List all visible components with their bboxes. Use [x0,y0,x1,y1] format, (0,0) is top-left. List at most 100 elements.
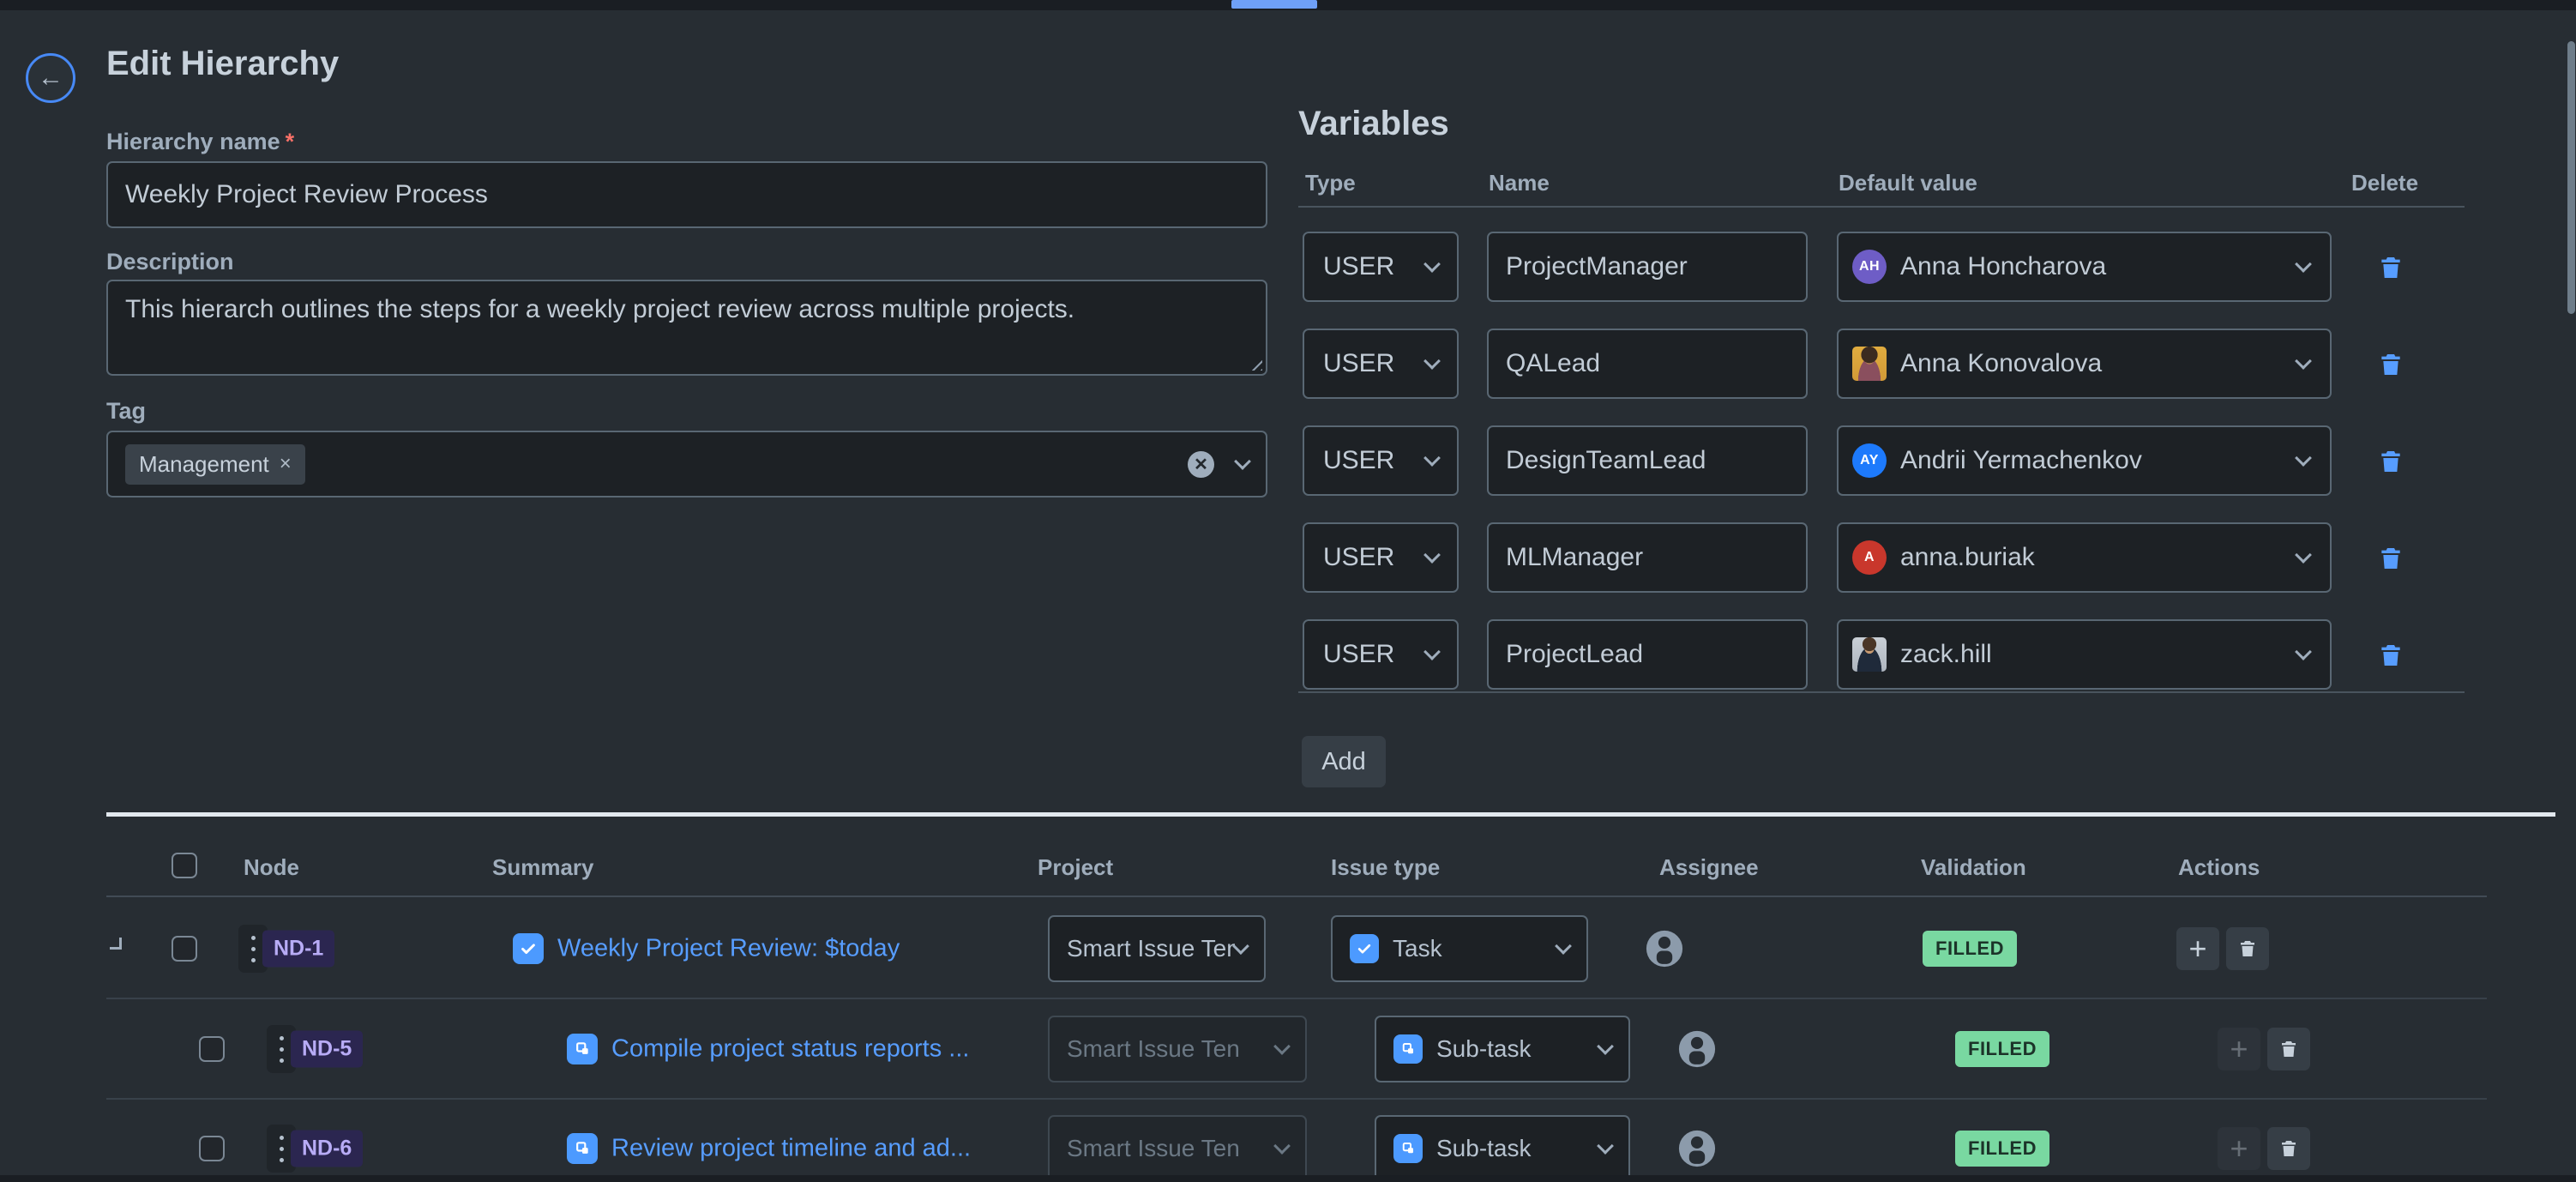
chevron-down-icon [2295,449,2312,467]
variables-header-default: Default value [1839,170,1977,196]
delete-row-button[interactable] [2267,1127,2310,1170]
variables-bottom-divider [1298,691,2465,693]
variable-row: USER AH Anna Honcharova [0,232,2576,302]
trash-icon [2278,1137,2299,1160]
variable-type-select[interactable]: USER [1303,232,1459,302]
delete-variable-icon[interactable] [2377,349,2404,380]
variable-type-select[interactable]: USER [1303,425,1459,496]
variable-type-select[interactable]: USER [1303,329,1459,399]
user-avatar: A [1852,540,1887,575]
issue-type-select[interactable]: Sub-task [1375,1115,1630,1182]
validation-badge: FILLED [1955,1131,2049,1167]
select-all-checkbox[interactable] [172,853,197,878]
chevron-down-icon [1423,256,1441,273]
chevron-down-icon [2295,546,2312,564]
chevron-down-icon [2295,256,2312,273]
variable-row: USER AY Andrii Yermachenkov [0,425,2576,496]
variable-default-user-select[interactable]: AY Andrii Yermachenkov [1837,425,2332,496]
variable-name-input[interactable] [1487,522,1808,593]
row-checkbox[interactable] [172,936,197,962]
table-row: ND-6 Review project timeline and ad... S… [0,1100,2576,1182]
subtask-icon [567,1034,598,1064]
chevron-down-icon [1423,353,1441,370]
node-id-badge: ND-5 [291,1031,363,1068]
page-title: Edit Hierarchy [106,45,339,83]
vertical-scrollbar-thumb[interactable] [2567,41,2575,314]
node-id-badge: ND-6 [291,1131,363,1167]
chevron-down-icon [1273,1137,1291,1155]
chevron-down-icon [1597,1137,1614,1155]
hierarchy-name-label: Hierarchy name* [106,129,294,155]
validation-badge: FILLED [1955,1031,2049,1067]
variable-type-select[interactable]: USER [1303,619,1459,690]
table-header-summary: Summary [492,854,594,881]
variable-name-input[interactable] [1487,329,1808,399]
issue-type-select[interactable]: Sub-task [1375,1016,1630,1082]
variable-name-input[interactable] [1487,619,1808,690]
table-header-assignee: Assignee [1659,854,1759,881]
row-checkbox[interactable] [199,1136,225,1161]
row-divider [106,998,2487,999]
tag-label: Tag [106,398,146,425]
required-asterisk: * [286,129,295,154]
variable-default-user-select[interactable]: AH Anna Honcharova [1837,232,2332,302]
node-id-badge: ND-1 [262,931,334,968]
delete-variable-icon[interactable] [2377,640,2404,671]
subtask-icon [1393,1034,1423,1064]
bottom-edge [0,1175,2576,1182]
collapse-row-icon[interactable] [110,938,122,950]
variable-default-user-select[interactable]: A anna.buriak [1837,522,2332,593]
edit-hierarchy-page: ← Edit Hierarchy Hierarchy name* Descrip… [0,0,2576,1182]
delete-row-button[interactable] [2267,1028,2310,1070]
variables-title: Variables [1298,105,1449,143]
delete-row-button[interactable] [2226,927,2269,970]
project-select-disabled: Smart Issue Ten [1048,1016,1307,1082]
delete-variable-icon[interactable] [2377,543,2404,574]
summary-link[interactable]: Weekly Project Review: $today [557,935,900,963]
trash-icon [2237,938,2258,960]
user-avatar-photo [1852,347,1887,381]
default-user-name: Andrii Yermachenkov [1900,446,2142,475]
default-user-name: zack.hill [1900,640,1992,669]
chevron-down-icon [1423,449,1441,467]
hierarchy-name-input[interactable] [106,161,1267,228]
project-select[interactable]: Smart Issue Ten [1048,915,1266,982]
variables-header-type: Type [1305,170,1356,196]
back-button[interactable]: ← [26,53,75,103]
delete-variable-icon[interactable] [2377,252,2404,283]
validation-badge: FILLED [1923,931,2017,967]
user-avatar: AY [1852,443,1887,478]
chevron-down-icon [1597,1038,1614,1055]
assignee-avatar-icon[interactable] [1677,1129,1717,1168]
table-header-issue-type: Issue type [1331,854,1440,881]
add-variable-button[interactable]: Add [1302,736,1386,787]
row-checkbox[interactable] [199,1036,225,1062]
default-user-name: Anna Konovalova [1900,349,2102,378]
delete-variable-icon[interactable] [2377,446,2404,477]
trash-icon [2278,1038,2299,1060]
assignee-avatar-icon[interactable] [1645,929,1684,968]
summary-link[interactable]: Review project timeline and ad... [611,1135,971,1163]
variable-name-input[interactable] [1487,232,1808,302]
summary-link[interactable]: Compile project status reports ... [611,1035,969,1064]
variable-name-input[interactable] [1487,425,1808,496]
variable-row: USER Anna Konovalova [0,329,2576,399]
chevron-down-icon [2295,353,2312,370]
table-header-validation: Validation [1921,854,2026,881]
chevron-down-icon [1273,1038,1291,1055]
table-top-divider [106,812,2555,817]
subtask-icon [567,1133,598,1164]
issue-type-select[interactable]: Task [1331,915,1588,982]
default-user-name: Anna Honcharova [1900,252,2106,281]
assignee-avatar-icon[interactable] [1677,1029,1717,1069]
subtask-icon [1393,1134,1423,1163]
variable-default-user-select[interactable]: zack.hill [1837,619,2332,690]
user-avatar: AH [1852,250,1887,284]
table-header-node: Node [244,854,299,881]
top-scrollbar-thumb[interactable] [1231,0,1317,9]
user-avatar-photo [1852,637,1887,672]
project-select-disabled: Smart Issue Ten [1048,1115,1307,1182]
variable-type-select[interactable]: USER [1303,522,1459,593]
add-child-button[interactable]: + [2176,927,2219,970]
variable-default-user-select[interactable]: Anna Konovalova [1837,329,2332,399]
